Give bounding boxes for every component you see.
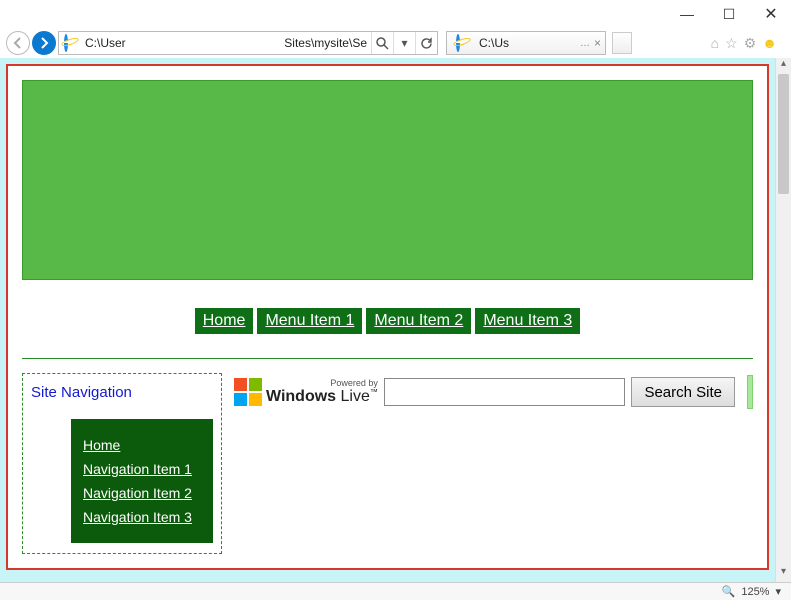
nav-item[interactable]: Navigation Item 2 [83,485,201,501]
search-row: Powered by Windows Live™ Search Site [234,375,753,409]
search-icon[interactable] [371,32,393,54]
address-suffix: Sites\mysite\Se [280,36,371,50]
menu-item[interactable]: Menu Item 2 [366,308,471,334]
search-button[interactable]: Search Site [631,377,735,407]
windows-live-logo: Powered by Windows Live™ [234,378,378,406]
toolbar-icons: ⌂ ☆ ⚙ ☻ [711,35,785,52]
refresh-icon[interactable] [415,32,437,54]
favorites-icon[interactable]: ☆ [725,35,738,52]
status-bar: 🔍 125% ▾ [0,582,791,600]
new-tab-button[interactable] [612,32,632,54]
page-container: Home Menu Item 1 Menu Item 2 Menu Item 3… [6,64,769,570]
maximize-button[interactable]: ☐ [715,3,743,25]
zoom-level: 125% [741,586,769,598]
page-viewport: Home Menu Item 1 Menu Item 2 Menu Item 3… [0,58,775,582]
browser-tab[interactable]: C:\Us … × [446,31,606,55]
tools-icon[interactable]: ⚙ [744,35,757,52]
browser-toolbar: Sites\mysite\Se ▾ C:\Us … × ⌂ ☆ ⚙ ☻ [0,28,791,58]
sidebar-title: Site Navigation [31,384,213,401]
zoom-dropdown-icon[interactable]: ▾ [775,585,781,598]
tab-menu-icon[interactable]: … [580,38,590,49]
nav-item[interactable]: Navigation Item 1 [83,461,201,477]
accent-bar [747,375,753,409]
forward-button[interactable] [32,31,56,55]
ie-favicon-icon [454,34,472,52]
top-menu: Home Menu Item 1 Menu Item 2 Menu Item 3 [22,308,753,334]
vertical-scrollbar[interactable]: ▴ ▾ [775,58,791,582]
feedback-icon[interactable]: ☻ [762,35,777,51]
dropdown-icon[interactable]: ▾ [393,32,415,54]
menu-item[interactable]: Home [195,308,254,334]
close-button[interactable]: ✕ [757,3,785,25]
tab-close-icon[interactable]: × [594,36,601,50]
main-content: Powered by Windows Live™ Search Site [234,373,753,554]
header-banner [22,80,753,280]
sidebar-nav: Home Navigation Item 1 Navigation Item 2… [71,419,213,543]
scroll-thumb[interactable] [778,74,789,194]
brand-label: Windows Live™ [266,388,378,405]
menu-item[interactable]: Menu Item 1 [257,308,362,334]
tab-title: C:\Us [479,36,576,50]
zoom-icon[interactable]: 🔍 [722,585,736,598]
search-input[interactable] [384,378,626,406]
sidebar: Site Navigation Home Navigation Item 1 N… [22,373,222,554]
scroll-down-icon[interactable]: ▾ [776,566,791,582]
scroll-up-icon[interactable]: ▴ [776,58,791,74]
address-bar[interactable]: Sites\mysite\Se ▾ [58,31,438,55]
window-titlebar: — ☐ ✕ [0,0,791,28]
windows-flag-icon [234,378,262,406]
nav-item[interactable]: Home [83,437,201,453]
back-button[interactable] [6,31,30,55]
separator [22,358,753,359]
nav-item[interactable]: Navigation Item 3 [83,509,201,525]
menu-item[interactable]: Menu Item 3 [475,308,580,334]
ie-favicon-icon [62,34,80,52]
address-input[interactable] [83,36,280,50]
minimize-button[interactable]: — [673,3,701,25]
home-icon[interactable]: ⌂ [711,35,719,51]
